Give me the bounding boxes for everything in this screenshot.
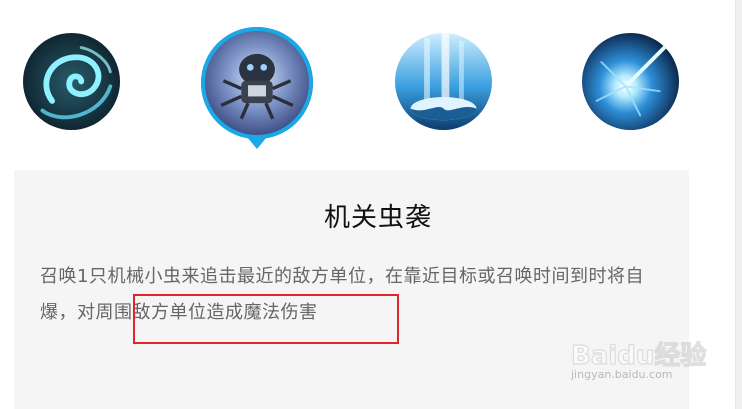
- baidu-jingyan-watermark: Baidu经验: [570, 339, 707, 371]
- skill-title: 机关虫袭: [323, 203, 432, 233]
- energy-burst-icon: [582, 33, 679, 130]
- skill-icon-mechanical-bug[interactable]: [201, 27, 313, 139]
- mechanical-bug-icon: [201, 27, 313, 139]
- selected-skill-pointer: [247, 137, 267, 149]
- yin-yang-light-icon: [395, 33, 492, 130]
- skill-icon-yin-yang-light[interactable]: [395, 33, 492, 130]
- skill-icon-energy-burst[interactable]: [582, 33, 679, 130]
- watermark-brand: Baidu经验: [571, 340, 706, 371]
- skill-icon-swirl-wind[interactable]: [23, 33, 120, 130]
- watermark-url: jingyan.baidu.com: [571, 368, 673, 381]
- skill-description: 召唤1只机械小虫来追击最近的敌方单位，在靠近目标或召唤时间到时将自爆，对周围敌方…: [40, 266, 644, 323]
- swirl-wind-icon: [23, 33, 120, 130]
- scrollbar-track[interactable]: [735, 0, 742, 409]
